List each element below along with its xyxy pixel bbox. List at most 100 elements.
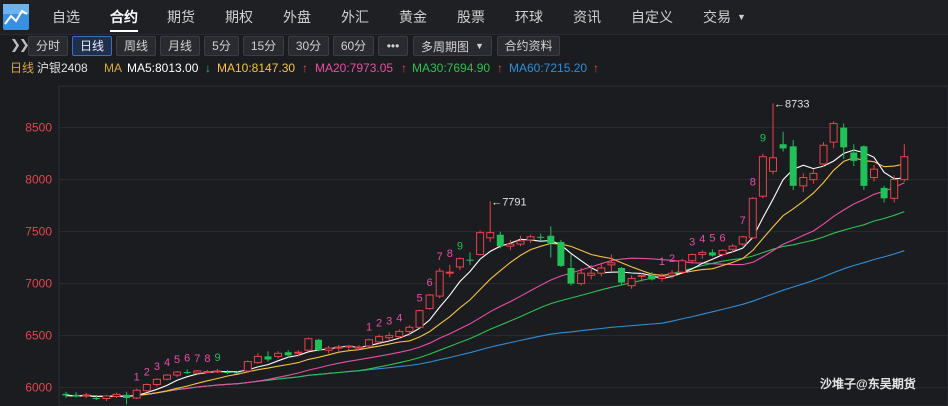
ma-label[interactable]: MA [104,58,122,78]
candle[interactable] [304,337,313,352]
period-button-9[interactable]: 多周期图 ▼ [413,36,492,56]
period-label: 日线 [10,61,35,75]
nav-item-10[interactable]: 自定义 [631,0,673,35]
nav-item-8[interactable]: 环球 [515,0,543,35]
sequence-count: 1 [134,372,140,384]
sequence-count: 6 [719,232,725,244]
ma5-trend-down-icon: ↓ [205,61,211,75]
sequence-count: 1 [659,256,665,268]
nav-item-7[interactable]: 股票 [457,0,485,35]
candle[interactable] [819,142,828,168]
ma20-value: MA20:7973.05 [315,61,394,75]
contract-label[interactable]: 沪银2408 [37,58,88,78]
candle[interactable] [415,309,424,329]
sequence-count: 2 [376,318,382,330]
candle[interactable] [789,140,797,190]
nav-item-11[interactable]: 交易 ▼ [703,0,746,35]
candle[interactable] [758,153,767,199]
double-chevron-right-icon[interactable]: ❯❯ [10,37,30,53]
period-button-label: 周线 [123,39,148,53]
nav-item-label: 合约 [110,9,138,25]
nav-item-4[interactable]: 外盘 [283,0,311,35]
chart-legend: 日线 沪银2408 MA MA5:8013.00 ↓ MA10:8147.30 … [0,58,948,78]
y-tick-label: 7000 [25,277,52,291]
sequence-count: 1 [366,322,372,334]
period-button-5[interactable]: 15分 [243,36,284,56]
chart-toolbar: ❯❯ 分时 日线 周线 月线 5分 15分 30分 60分 ••• 多周期图 ▼ 合约资料 [0,35,948,58]
sequence-count: 8 [750,176,756,188]
ma60-trend-up-icon: ↑ [593,61,599,75]
y-tick-label: 7500 [25,225,52,239]
period-button-label: 30分 [295,39,322,53]
period-button-10[interactable]: 合约资料 [497,36,560,56]
price-annotation: ←7791 [491,196,526,208]
top-navigation-bar: 自选 合约 期货 期权 外盘 外汇 黄金 股票 环球 资讯 自定义 交易 ▼ [0,0,948,35]
period-button-label: 月线 [167,39,192,53]
candle[interactable] [163,374,171,381]
nav-item-label: 外汇 [341,9,369,25]
nav-item-2[interactable]: 期货 [167,0,195,35]
sequence-count: 5 [174,354,180,366]
nav-item-label: 自选 [52,9,80,25]
sequence-count: 5 [416,293,422,305]
period-button-label: 多周期图 [421,40,470,54]
period-button-label: 日线 [79,39,104,53]
sequence-count: 3 [154,361,160,373]
ma20-trend-up-icon: ↑ [401,61,407,75]
period-button-label: 合约资料 [504,39,553,53]
y-tick-label: 8000 [25,173,52,187]
candle[interactable] [425,294,434,310]
nav-item-label: 期货 [167,9,195,25]
nav-item-3[interactable]: 期权 [225,0,253,35]
nav-item-label: 资讯 [573,9,601,25]
period-button-8[interactable]: ••• [378,36,408,56]
candle[interactable] [365,338,373,348]
candle[interactable] [748,197,757,239]
candle[interactable] [315,338,322,352]
candle[interactable] [860,145,868,190]
candle[interactable] [557,239,565,267]
candle[interactable] [618,266,625,285]
period-button-7[interactable]: 60分 [333,36,374,56]
sequence-count: 7 [194,353,200,365]
candle[interactable] [243,360,252,372]
period-button-3[interactable]: 月线 [160,36,200,56]
candle[interactable] [435,268,444,299]
price-annotation: ←8733 [774,98,809,110]
period-button-4[interactable]: 5分 [204,36,239,56]
sequence-count: 3 [689,236,695,248]
candle[interactable] [678,258,687,274]
nav-item-0[interactable]: 自选 [52,0,80,35]
candle[interactable] [890,175,899,203]
period-button-2[interactable]: 周线 [116,36,156,56]
nav-item-6[interactable]: 黄金 [399,0,427,35]
period-button-label: ••• [386,39,400,53]
nav-item-9[interactable]: 资讯 [573,0,601,35]
sequence-count: 8 [447,248,453,260]
app-logo-icon[interactable] [3,4,29,30]
ma60-value: MA60:7215.20 [509,61,588,75]
sequence-count: 9 [214,352,220,364]
period-button-label: 60分 [340,39,367,53]
candlestick-chart[interactable]: 600065007000750080008500 1 2 3 4 5 6 7 8 91 2 3 456… [0,78,948,406]
period-button-0[interactable]: 分时 [28,36,68,56]
period-button-label: 5分 [212,39,231,53]
nav-item-1[interactable]: 合约 [110,0,138,35]
sequence-count: 3 [386,315,392,327]
candle[interactable] [476,230,485,256]
period-button-label: 15分 [250,39,277,53]
nav-item-5[interactable]: 外汇 [341,0,369,35]
y-tick-label: 8500 [25,121,52,135]
ma5-value: MA5:8013.00 [127,61,199,75]
nav-item-label: 自定义 [631,9,673,25]
candle[interactable] [132,388,141,400]
candle[interactable] [142,383,151,392]
period-button-6[interactable]: 30分 [288,36,329,56]
sequence-count: 4 [699,233,705,245]
period-button-1[interactable]: 日线 [72,36,112,56]
sequence-count: 9 [457,241,463,253]
sequence-count: 9 [760,133,766,145]
sequence-count: 8 [204,353,210,365]
nav-item-label: 期权 [225,9,253,25]
y-tick-label: 6500 [25,329,52,343]
